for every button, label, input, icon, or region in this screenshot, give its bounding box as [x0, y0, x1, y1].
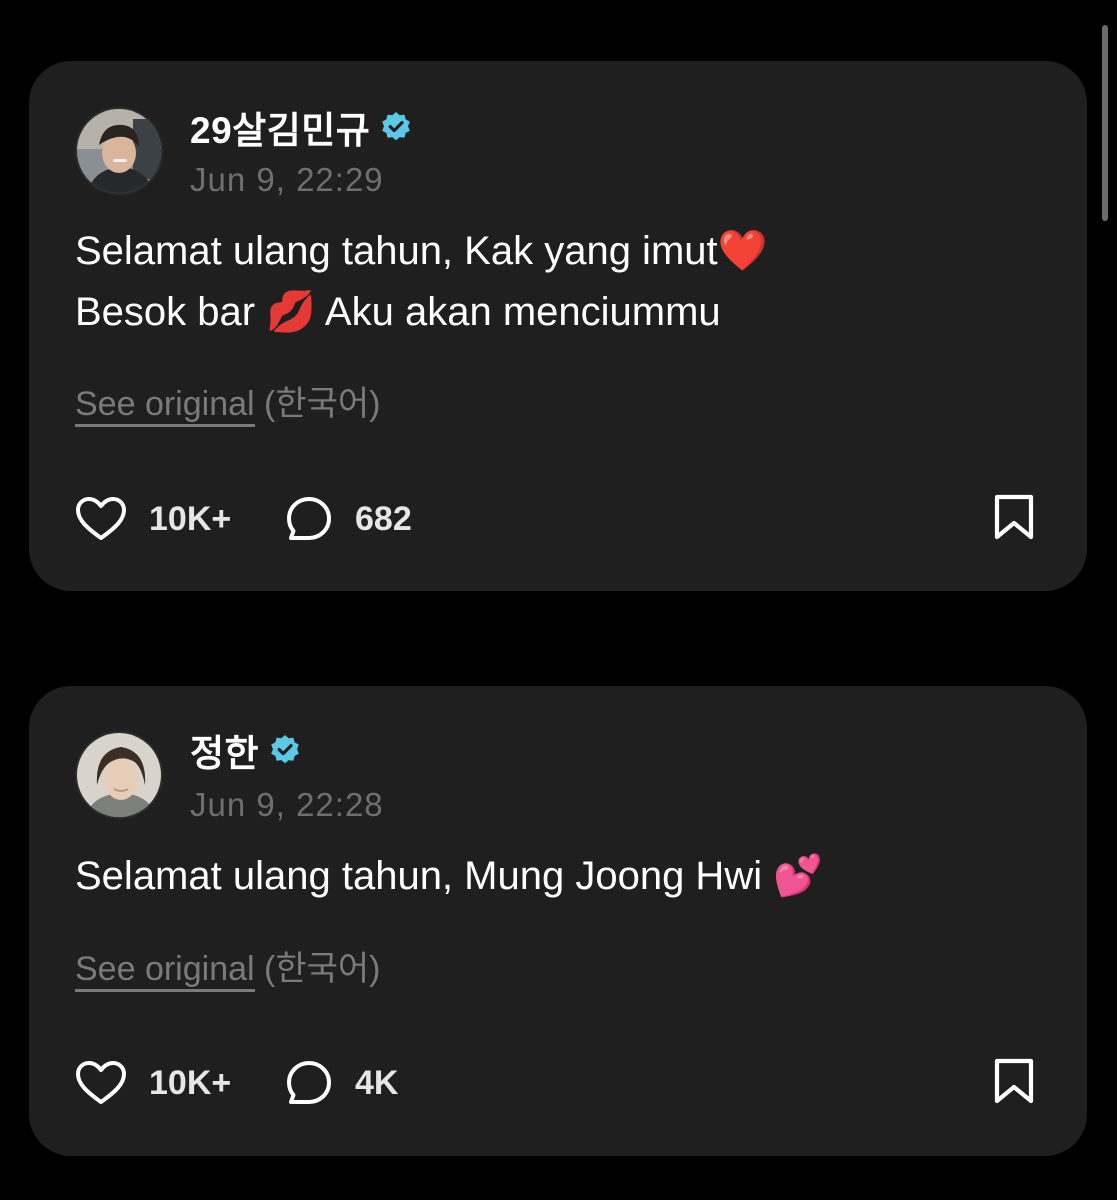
post-timestamp: Jun 9, 22:29 — [190, 161, 384, 198]
avatar[interactable] — [75, 731, 163, 819]
comment-button[interactable]: 682 — [285, 495, 412, 543]
post-actions: 10K+ 4K — [75, 1058, 1037, 1108]
heart-icon — [76, 497, 126, 540]
bookmark-button[interactable] — [991, 493, 1037, 546]
post-body: Selamat ulang tahun, Mung Joong Hwi 💕 — [75, 846, 1047, 907]
username[interactable]: 정한 — [190, 723, 259, 777]
post-card: 정한 Jun 9, 22:28 Selamat ulang tahun, Mun… — [29, 686, 1087, 1156]
bookmark-button[interactable] — [991, 1057, 1037, 1110]
comment-icon — [287, 497, 331, 540]
like-count: 10K+ — [149, 499, 232, 538]
comment-count: 682 — [355, 499, 412, 538]
bookmark-icon — [994, 1058, 1034, 1103]
post-text-line: Besok bar 💋 Aku akan menciummu — [75, 290, 721, 334]
username-row: 29살김민규 — [190, 105, 412, 151]
post-text-line: Selamat ulang tahun, Mung Joong Hwi 💕 — [75, 854, 824, 898]
like-button[interactable]: 10K+ — [75, 496, 285, 542]
comment-button[interactable]: 4K — [285, 1059, 398, 1107]
see-original-link[interactable]: See original — [75, 950, 255, 992]
like-button[interactable]: 10K+ — [75, 1060, 285, 1106]
post-actions: 10K+ 682 — [75, 494, 1037, 544]
original-language: (한국어) — [264, 950, 381, 988]
see-original-link[interactable]: See original — [75, 385, 255, 427]
see-original: See original (한국어) — [75, 376, 381, 427]
post-text-line: Selamat ulang tahun, Kak yang imut❤️ — [75, 229, 768, 273]
verified-badge-icon — [271, 735, 299, 764]
bookmark-icon — [994, 494, 1034, 539]
username-row: 정한 — [190, 728, 301, 774]
feed-page: 29살김민규 Jun 9, 22:29 Selamat ulang tahun,… — [0, 0, 1117, 1200]
like-count: 10K+ — [149, 1063, 232, 1102]
verified-badge-icon — [382, 112, 411, 141]
post-body: Selamat ulang tahun, Kak yang imut❤️ Bes… — [75, 221, 1047, 343]
comment-count: 4K — [355, 1063, 399, 1102]
post-card: 29살김민규 Jun 9, 22:29 Selamat ulang tahun,… — [29, 61, 1087, 591]
scrollbar[interactable] — [1102, 25, 1108, 221]
username[interactable]: 29살김민규 — [190, 100, 370, 154]
avatar-photo — [77, 733, 161, 817]
heart-icon — [76, 1061, 126, 1104]
see-original: See original (한국어) — [75, 941, 381, 992]
post-timestamp: Jun 9, 22:28 — [190, 786, 384, 823]
original-language: (한국어) — [264, 385, 381, 423]
avatar[interactable] — [75, 107, 163, 195]
comment-icon — [287, 1061, 331, 1104]
avatar-photo — [77, 109, 161, 193]
